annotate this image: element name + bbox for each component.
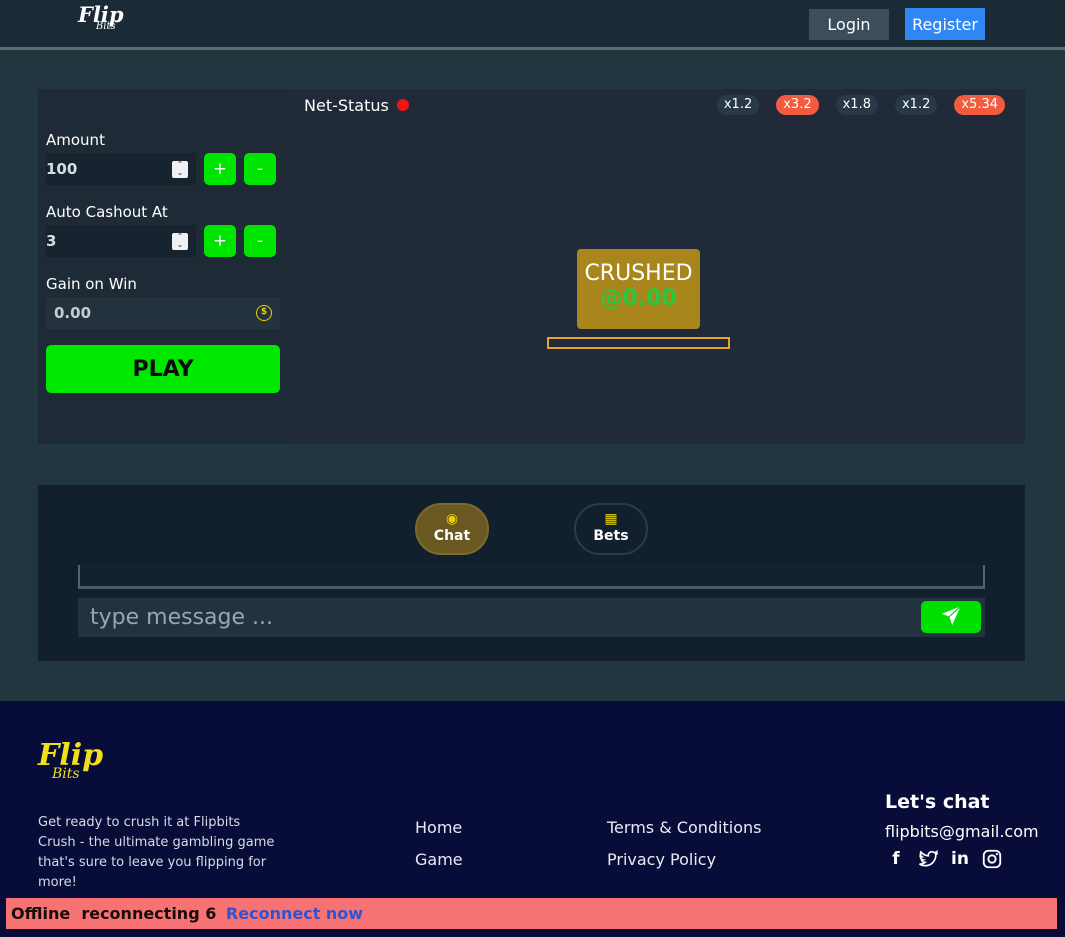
bet-controls: Amount 100 ⌃ ⌄ + - Auto Cashout At 3 ⌃ ⌄ +… xyxy=(38,89,288,444)
gain-on-win-value: 0.00 xyxy=(54,304,92,322)
multiplier-badge: x5.34 xyxy=(954,95,1005,115)
coin-icon: $ xyxy=(256,305,272,321)
auto-cashout-plus-button[interactable]: + xyxy=(204,225,236,257)
facebook-icon[interactable]: f xyxy=(885,848,907,870)
multiplier-badge: x3.2 xyxy=(776,95,819,115)
register-button[interactable]: Register xyxy=(905,8,985,40)
tab-bets[interactable]: ▦ Bets xyxy=(574,503,648,555)
chat-bubbles-icon: ◉ xyxy=(445,511,459,527)
instagram-icon[interactable] xyxy=(981,848,1003,870)
reconnect-now-link[interactable]: Reconnect now xyxy=(226,904,363,923)
gain-on-win-label: Gain on Win xyxy=(46,275,137,293)
linkedin-icon[interactable]: in xyxy=(949,848,971,870)
round-progress-bar xyxy=(547,337,730,349)
site-logo[interactable]: Flip Bits xyxy=(78,4,124,32)
grid-icon: ▦ xyxy=(604,511,618,527)
auto-cashout-value: 3 xyxy=(46,232,57,250)
send-message-button[interactable] xyxy=(921,601,981,633)
twitter-icon[interactable] xyxy=(917,848,939,870)
chat-message-input[interactable] xyxy=(78,598,985,637)
multiplier-badge: x1.8 xyxy=(835,95,878,115)
reconnecting-countdown: reconnecting 6 xyxy=(81,904,217,923)
footer-description: Get ready to crush it at Flipbits Crush … xyxy=(38,815,275,890)
crush-title: CRUSHED xyxy=(584,261,693,286)
crush-result-box: CRUSHED @0.00 xyxy=(577,249,700,329)
game-panel: Amount 100 ⌃ ⌄ + - Auto Cashout At 3 ⌃ ⌄ +… xyxy=(38,89,1025,444)
tab-bets-label: Bets xyxy=(593,528,629,544)
footer-chat-title: Let's chat xyxy=(885,791,990,813)
auto-cashout-spinner-icon[interactable]: ⌃ ⌄ xyxy=(172,233,188,250)
crush-value: @0.00 xyxy=(600,286,677,311)
net-status-indicator xyxy=(397,99,409,111)
footer-logo[interactable]: Flip Bits xyxy=(38,741,103,782)
play-button[interactable]: PLAY xyxy=(46,345,280,393)
footer-link-terms[interactable]: Terms & Conditions xyxy=(607,818,761,837)
gain-on-win-field: 0.00 $ xyxy=(46,297,280,329)
amount-minus-button[interactable]: - xyxy=(244,153,276,185)
multiplier-badge: x1.2 xyxy=(894,95,938,115)
login-button[interactable]: Login xyxy=(809,9,889,40)
chat-messages-area[interactable] xyxy=(78,565,985,589)
chat-panel: ◉ Chat ▦ Bets xyxy=(38,485,1025,661)
amount-value: 100 xyxy=(46,160,78,178)
footer-link-game[interactable]: Game xyxy=(415,850,463,869)
amount-input[interactable]: 100 ⌃ ⌄ xyxy=(46,153,196,185)
footer-email[interactable]: flipbits@gmail.com xyxy=(885,822,1039,841)
net-status-label: Net-Status xyxy=(304,96,389,115)
footer-link-privacy[interactable]: Privacy Policy xyxy=(607,850,716,869)
amount-spinner-icon[interactable]: ⌃ ⌄ xyxy=(172,161,188,178)
auto-cashout-input[interactable]: 3 ⌃ ⌄ xyxy=(46,225,196,257)
offline-status-bar: Offline reconnecting 6 Reconnect now xyxy=(6,898,1057,929)
amount-plus-button[interactable]: + xyxy=(204,153,236,185)
amount-label: Amount xyxy=(46,131,105,149)
paper-plane-icon xyxy=(939,604,963,627)
multiplier-badge: x1.2 xyxy=(716,95,760,115)
tab-chat-label: Chat xyxy=(433,528,471,544)
offline-status-text: Offline xyxy=(11,904,71,923)
social-links: f in xyxy=(885,848,1003,870)
footer-link-home[interactable]: Home xyxy=(415,818,462,837)
auto-cashout-minus-button[interactable]: - xyxy=(244,225,276,257)
auto-cashout-label: Auto Cashout At xyxy=(46,203,168,221)
top-header: Flip Bits Login Register xyxy=(0,0,1065,50)
recent-multipliers: x1.2 x3.2 x1.8 x1.2 x5.34 xyxy=(716,95,1005,115)
tab-chat[interactable]: ◉ Chat xyxy=(415,503,489,555)
